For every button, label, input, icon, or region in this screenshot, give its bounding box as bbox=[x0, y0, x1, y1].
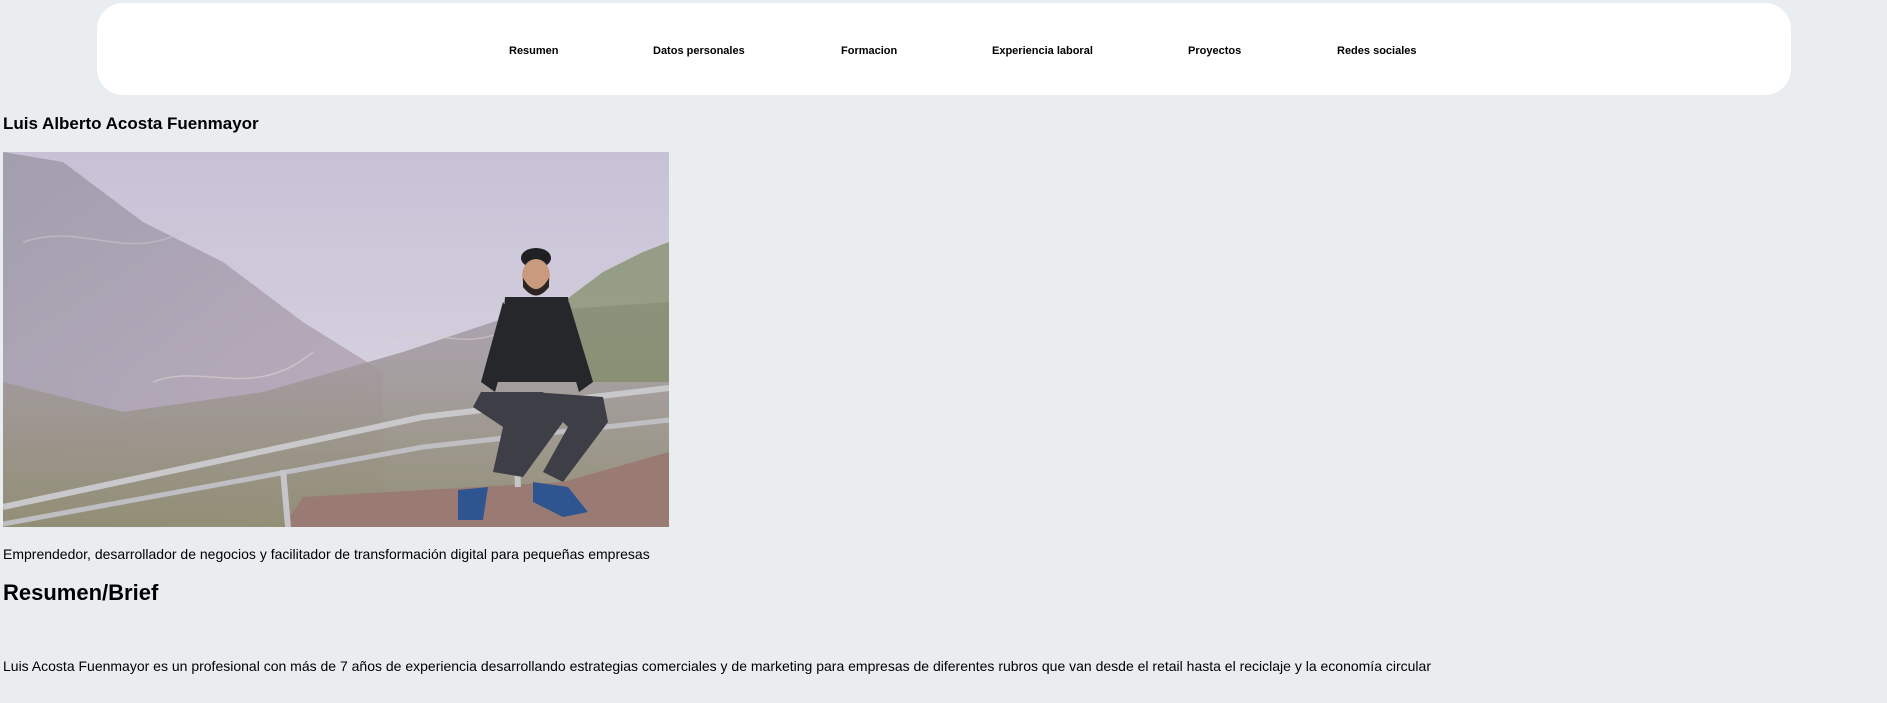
nav-link-redes-sociales[interactable]: Redes sociales bbox=[1337, 45, 1417, 57]
summary-heading: Resumen/Brief bbox=[3, 580, 159, 605]
top-navbar: Resumen Datos personales Formacion Exper… bbox=[97, 3, 1791, 95]
profile-tagline: Emprendedor, desarrollador de negocios y… bbox=[3, 546, 650, 562]
profile-photo bbox=[3, 152, 669, 527]
nav-link-experiencia-laboral[interactable]: Experiencia laboral bbox=[992, 45, 1093, 57]
summary-text: Luis Acosta Fuenmayor es un profesional … bbox=[3, 658, 1431, 674]
page-title: Luis Alberto Acosta Fuenmayor bbox=[3, 114, 259, 133]
nav-link-proyectos[interactable]: Proyectos bbox=[1188, 45, 1241, 57]
nav-link-resumen[interactable]: Resumen bbox=[509, 45, 559, 57]
nav-link-datos-personales[interactable]: Datos personales bbox=[653, 45, 745, 57]
nav-link-formacion[interactable]: Formacion bbox=[841, 45, 897, 57]
